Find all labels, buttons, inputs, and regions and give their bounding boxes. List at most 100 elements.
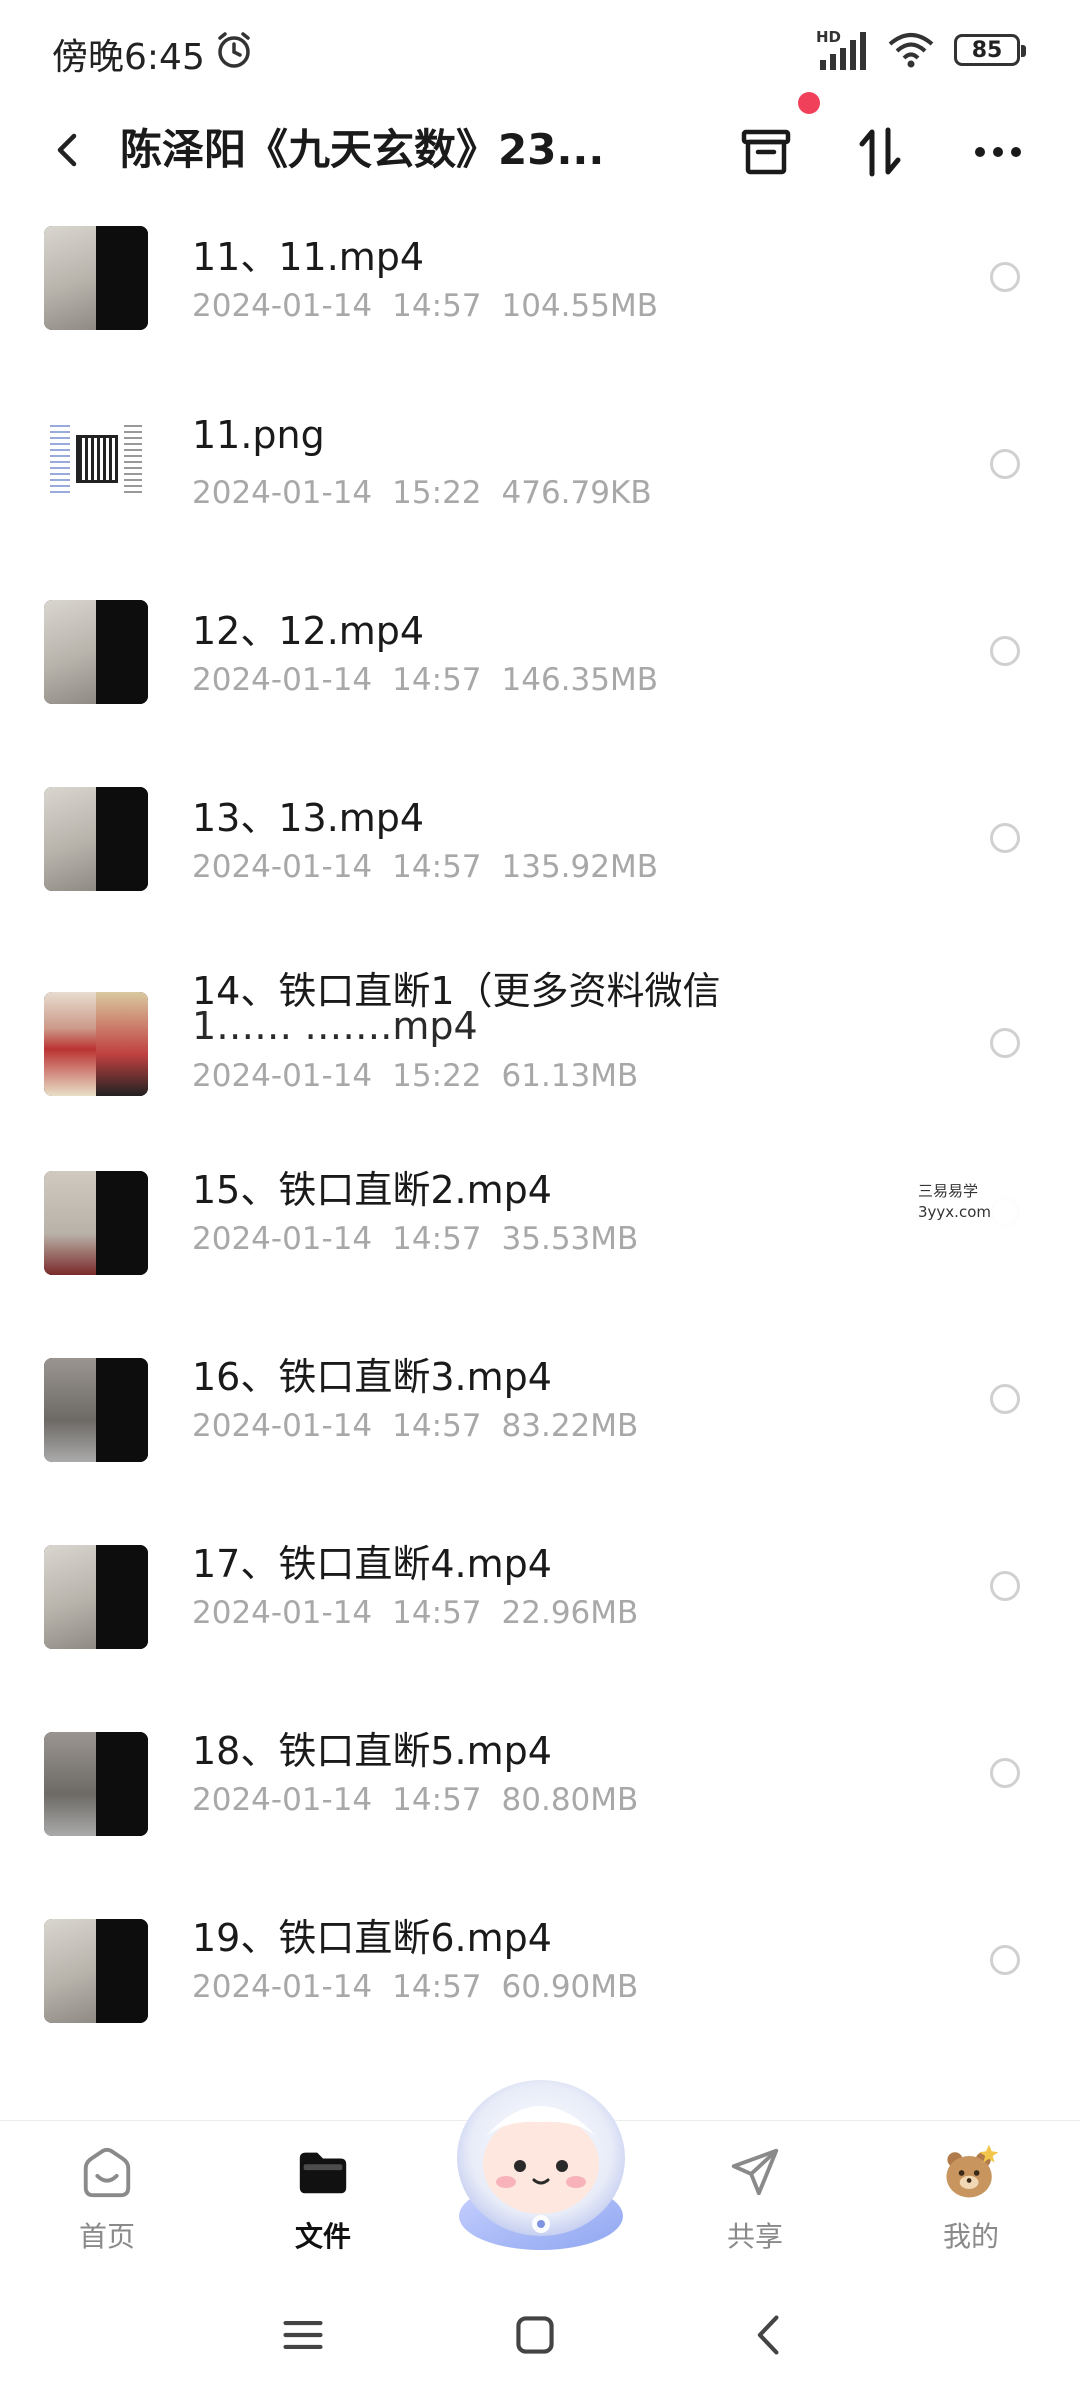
file-time: 15:22 <box>392 475 482 511</box>
signal-icon: HD <box>816 28 868 72</box>
file-date: 2024-01-14 <box>192 288 373 324</box>
archive-button[interactable] <box>734 120 798 184</box>
sort-icon <box>859 127 901 177</box>
file-size: 22.96MB <box>501 1595 639 1631</box>
folder-icon <box>288 2137 358 2207</box>
file-size: 61.13MB <box>501 1058 639 1094</box>
file-meta: 2024-01-14 14:57 104.55MB <box>192 288 678 324</box>
nav-label-files: 文件 <box>294 2220 351 2253</box>
file-date: 2024-01-14 <box>192 475 373 511</box>
file-time: 15:22 <box>392 1058 482 1094</box>
more-button[interactable] <box>966 120 1030 184</box>
file-meta: 2024-01-14 14:57 22.96MB <box>192 1595 658 1631</box>
file-size: 135.92MB <box>501 849 658 885</box>
nav-label-home: 首页 <box>78 2220 135 2253</box>
page-title: 陈泽阳《九天玄数》23... <box>120 125 605 174</box>
file-row[interactable]: 11、11.mp4 2024-01-14 14:57 104.55MB <box>0 200 1080 387</box>
nav-item-share[interactable]: 共享 <box>680 2131 830 2261</box>
select-radio[interactable] <box>990 823 1020 853</box>
file-time: 14:57 <box>392 288 482 324</box>
menu-button[interactable] <box>268 2300 338 2370</box>
file-row[interactable]: 14、铁口直断1（更多资料微信 1…… …….mp4 2024-01-14 15:… <box>0 948 1080 1161</box>
battery-level: 85 <box>971 37 1003 63</box>
video-thumbnail <box>44 1545 148 1649</box>
select-radio[interactable] <box>990 1945 1020 1975</box>
file-date: 2024-01-14 <box>192 662 373 698</box>
file-row[interactable]: 18、铁口直断5.mp4 2024-01-14 14:57 80.80MB <box>0 1722 1080 1909</box>
mascot-button[interactable] <box>436 2066 646 2256</box>
file-row[interactable]: 12、12.mp4 2024-01-14 14:57 146.35MB <box>0 574 1080 761</box>
file-size: 146.35MB <box>501 662 658 698</box>
home-icon <box>72 2137 142 2207</box>
file-date: 2024-01-14 <box>192 1408 373 1444</box>
select-radio[interactable] <box>990 1758 1020 1788</box>
battery-indicator: 85 <box>954 34 1026 66</box>
video-thumbnail <box>44 226 148 330</box>
select-radio[interactable] <box>990 1571 1020 1601</box>
profile-avatar-icon <box>936 2137 1006 2207</box>
file-date: 2024-01-14 <box>192 1969 373 2005</box>
file-date: 2024-01-14 <box>192 1221 373 1257</box>
video-thumbnail <box>44 600 148 704</box>
file-row[interactable]: 11.png 2024-01-14 15:22 476.79KB <box>0 387 1080 574</box>
file-size: 35.53MB <box>501 1221 639 1257</box>
video-thumbnail <box>44 787 148 891</box>
file-meta: 2024-01-14 14:57 83.22MB <box>192 1408 658 1444</box>
file-row[interactable]: 16、铁口直断3.mp4 2024-01-14 14:57 83.22MB <box>0 1348 1080 1535</box>
sort-button[interactable] <box>848 120 912 184</box>
square-icon <box>516 2316 554 2354</box>
file-row[interactable]: 17、铁口直断4.mp4 2024-01-14 14:57 22.96MB <box>0 1535 1080 1722</box>
file-name: 11、11.mp4 <box>192 235 425 279</box>
status-bar: 傍晚6:45 HD 85 <box>0 0 1080 100</box>
file-name: 15、铁口直断2.mp4 <box>192 1168 552 1212</box>
video-thumbnail <box>44 1732 148 1836</box>
file-meta: 2024-01-14 14:57 80.80MB <box>192 1782 658 1818</box>
nav-item-home[interactable]: 首页 <box>32 2131 182 2261</box>
nav-item-profile[interactable]: 我的 <box>896 2131 1046 2261</box>
status-time: 傍晚6:45 <box>52 37 205 78</box>
chevron-left-icon <box>57 133 77 167</box>
back-button[interactable] <box>40 122 96 178</box>
back-triangle-icon <box>757 2315 779 2355</box>
file-meta: 2024-01-14 15:22 61.13MB <box>192 1058 658 1094</box>
file-name: 17、铁口直断4.mp4 <box>192 1542 552 1586</box>
file-name: 18、铁口直断5.mp4 <box>192 1729 552 1773</box>
file-size: 60.90MB <box>501 1969 639 2005</box>
select-radio[interactable] <box>990 1384 1020 1414</box>
file-time: 14:57 <box>392 849 482 885</box>
video-thumbnail <box>44 1358 148 1462</box>
file-size: 104.55MB <box>501 288 658 324</box>
file-size: 476.79KB <box>501 475 652 511</box>
file-name: 12、12.mp4 <box>192 609 425 653</box>
select-radio[interactable] <box>990 449 1020 479</box>
nav-item-files[interactable]: 文件 <box>248 2131 398 2261</box>
video-thumbnail <box>44 992 148 1096</box>
more-icon <box>975 147 1021 157</box>
file-list: 11、11.mp4 2024-01-14 14:57 104.55MB 11.png… <box>0 200 1080 2096</box>
system-back-button[interactable] <box>735 2300 805 2370</box>
file-name: 11.png <box>192 413 325 457</box>
mascot-icon <box>457 2080 625 2250</box>
nav-label-share: 共享 <box>726 2220 783 2253</box>
send-icon <box>720 2137 790 2207</box>
home-button[interactable] <box>500 2300 570 2370</box>
file-meta: 2024-01-14 14:57 135.92MB <box>192 849 678 885</box>
archive-icon <box>741 129 791 175</box>
status-indicators: HD 85 <box>816 26 1026 74</box>
select-radio[interactable] <box>990 262 1020 292</box>
file-time: 14:57 <box>392 1221 482 1257</box>
select-radio[interactable] <box>990 1028 1020 1058</box>
wifi-icon <box>888 33 934 68</box>
select-radio[interactable] <box>990 636 1020 666</box>
file-time: 14:57 <box>392 1595 482 1631</box>
file-meta: 2024-01-14 14:57 35.53MB <box>192 1221 658 1257</box>
watermark-line1: 三易易学 <box>918 1182 979 1200</box>
nav-label-profile: 我的 <box>942 2220 999 2253</box>
file-date: 2024-01-14 <box>192 849 373 885</box>
watermark-line2: 3yyx.com <box>918 1203 991 1221</box>
file-name: 13、13.mp4 <box>192 796 425 840</box>
file-name: 16、铁口直断3.mp4 <box>192 1355 552 1399</box>
file-row[interactable]: 13、13.mp4 2024-01-14 14:57 135.92MB <box>0 761 1080 948</box>
file-name: 19、铁口直断6.mp4 <box>192 1916 552 1960</box>
file-time: 14:57 <box>392 1408 482 1444</box>
